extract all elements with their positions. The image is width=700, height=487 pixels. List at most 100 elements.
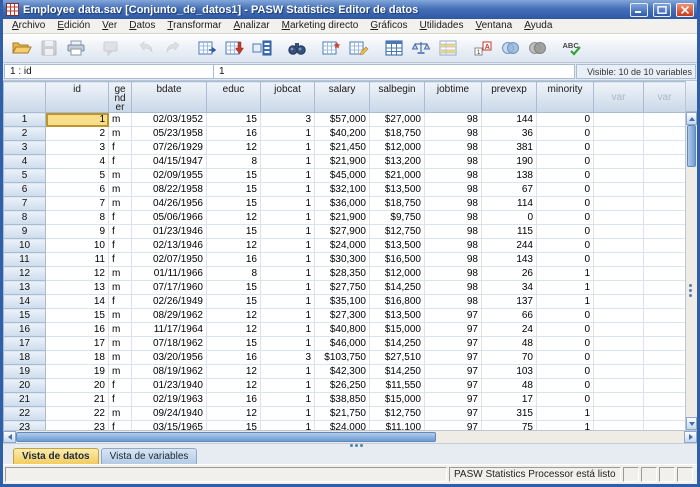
cell-var-row22[interactable]	[644, 407, 686, 421]
cell-minority-row18[interactable]: 0	[537, 351, 594, 365]
vertical-scroll-track[interactable]	[686, 167, 697, 417]
cell-minority-row5[interactable]: 0	[537, 169, 594, 183]
toolbar-button-variables[interactable]	[248, 36, 275, 61]
cell-salary-row16[interactable]: $40,800	[315, 323, 370, 337]
cell-prevexp-row1[interactable]: 144	[482, 113, 537, 127]
vertical-scroll-thumb[interactable]	[687, 125, 696, 167]
cell-var-row5[interactable]	[644, 169, 686, 183]
row-header-20[interactable]: 20	[4, 379, 46, 393]
cell-educ-row11[interactable]: 16	[207, 253, 261, 267]
cell-jobtime-row3[interactable]: 98	[425, 141, 482, 155]
cell-gender-row14[interactable]: f	[109, 295, 132, 309]
maximize-button[interactable]	[653, 3, 671, 17]
cell-educ-row17[interactable]: 15	[207, 337, 261, 351]
cell-prevexp-row20[interactable]: 48	[482, 379, 537, 393]
cell-bdate-row3[interactable]: 07/26/1929	[132, 141, 207, 155]
cell-id-row11[interactable]: 11	[46, 253, 109, 267]
row-header-3[interactable]: 3	[4, 141, 46, 155]
cell-salbegin-row13[interactable]: $14,250	[370, 281, 425, 295]
cell-id-row15[interactable]: 15	[46, 309, 109, 323]
cell-gender-row16[interactable]: m	[109, 323, 132, 337]
cell-gender-row21[interactable]: f	[109, 393, 132, 407]
cell-salary-row3[interactable]: $21,450	[315, 141, 370, 155]
menu-edici-n[interactable]: Edición	[51, 19, 96, 33]
cell-salary-row18[interactable]: $103,750	[315, 351, 370, 365]
cell-bdate-row11[interactable]: 02/07/1950	[132, 253, 207, 267]
cell-gender-row9[interactable]: f	[109, 225, 132, 239]
cell-var-row20[interactable]	[594, 379, 644, 393]
cell-gender-row11[interactable]: f	[109, 253, 132, 267]
cell-minority-row9[interactable]: 0	[537, 225, 594, 239]
cell-prevexp-row9[interactable]: 115	[482, 225, 537, 239]
menu-transformar[interactable]: Transformar	[161, 19, 227, 33]
cell-var-row2[interactable]	[644, 127, 686, 141]
cell-gender-row15[interactable]: m	[109, 309, 132, 323]
cell-prevexp-row14[interactable]: 137	[482, 295, 537, 309]
cell-id-row22[interactable]: 22	[46, 407, 109, 421]
scroll-up-button[interactable]	[686, 112, 697, 125]
column-header-jobcat[interactable]: jobcat	[261, 82, 315, 113]
row-header-12[interactable]: 12	[4, 267, 46, 281]
cell-jobtime-row4[interactable]: 98	[425, 155, 482, 169]
toolbar-button-print[interactable]	[62, 36, 89, 61]
toolbar-button-spell-check[interactable]: ABC	[558, 36, 585, 61]
cell-jobtime-row14[interactable]: 98	[425, 295, 482, 309]
scroll-down-button[interactable]	[686, 417, 697, 430]
toolbar-button-weight-cases[interactable]	[407, 36, 434, 61]
cell-minority-row22[interactable]: 1	[537, 407, 594, 421]
cell-id-row16[interactable]: 16	[46, 323, 109, 337]
cell-prevexp-row17[interactable]: 48	[482, 337, 537, 351]
cell-var-row1[interactable]	[644, 113, 686, 127]
cell-id-row2[interactable]: 2	[46, 127, 109, 141]
tab-vista-de-datos[interactable]: Vista de datos	[13, 448, 99, 464]
cell-var-row21[interactable]	[594, 393, 644, 407]
cell-gender-row13[interactable]: m	[109, 281, 132, 295]
cell-jobtime-row17[interactable]: 97	[425, 337, 482, 351]
scroll-left-button[interactable]	[3, 431, 16, 443]
row-header-13[interactable]: 13	[4, 281, 46, 295]
cell-salbegin-row1[interactable]: $27,000	[370, 113, 425, 127]
row-header-8[interactable]: 8	[4, 211, 46, 225]
cell-salary-row15[interactable]: $27,300	[315, 309, 370, 323]
menu-marketing-directo[interactable]: Marketing directo	[276, 19, 365, 33]
cell-salbegin-row14[interactable]: $16,800	[370, 295, 425, 309]
cell-jobcat-row14[interactable]: 1	[261, 295, 315, 309]
cell-prevexp-row4[interactable]: 190	[482, 155, 537, 169]
cell-id-row10[interactable]: 10	[46, 239, 109, 253]
cell-prevexp-row6[interactable]: 67	[482, 183, 537, 197]
column-header-jobtime[interactable]: jobtime	[425, 82, 482, 113]
cell-jobcat-row5[interactable]: 1	[261, 169, 315, 183]
column-header-prevexp[interactable]: prevexp	[482, 82, 537, 113]
cell-id-row6[interactable]: 6	[46, 183, 109, 197]
cell-bdate-row9[interactable]: 01/23/1946	[132, 225, 207, 239]
cell-salary-row21[interactable]: $38,850	[315, 393, 370, 407]
cell-var-row14[interactable]	[594, 295, 644, 309]
cell-id-row20[interactable]: 20	[46, 379, 109, 393]
cell-bdate-row20[interactable]: 01/23/1940	[132, 379, 207, 393]
cell-jobcat-row2[interactable]: 1	[261, 127, 315, 141]
cell-var-row9[interactable]	[594, 225, 644, 239]
cell-prevexp-row11[interactable]: 143	[482, 253, 537, 267]
cell-bdate-row12[interactable]: 01/11/1966	[132, 267, 207, 281]
cell-educ-row8[interactable]: 12	[207, 211, 261, 225]
cell-educ-row3[interactable]: 12	[207, 141, 261, 155]
cell-var-row17[interactable]	[644, 337, 686, 351]
minimize-button[interactable]	[630, 3, 648, 17]
column-header-salary[interactable]: salary	[315, 82, 370, 113]
cell-bdate-row18[interactable]: 03/20/1956	[132, 351, 207, 365]
cell-jobcat-row1[interactable]: 3	[261, 113, 315, 127]
row-header-15[interactable]: 15	[4, 309, 46, 323]
cell-bdate-row8[interactable]: 05/06/1966	[132, 211, 207, 225]
cell-salbegin-row23[interactable]: $11,100	[370, 421, 425, 431]
cell-var-row22[interactable]	[594, 407, 644, 421]
cell-jobtime-row7[interactable]: 98	[425, 197, 482, 211]
cell-id-row9[interactable]: 9	[46, 225, 109, 239]
cell-minority-row20[interactable]: 0	[537, 379, 594, 393]
cell-educ-row4[interactable]: 8	[207, 155, 261, 169]
cell-gender-row3[interactable]: f	[109, 141, 132, 155]
cell-var-row8[interactable]	[644, 211, 686, 225]
row-header-5[interactable]: 5	[4, 169, 46, 183]
cell-salbegin-row18[interactable]: $27,510	[370, 351, 425, 365]
cell-salary-row22[interactable]: $21,750	[315, 407, 370, 421]
cell-educ-row10[interactable]: 12	[207, 239, 261, 253]
